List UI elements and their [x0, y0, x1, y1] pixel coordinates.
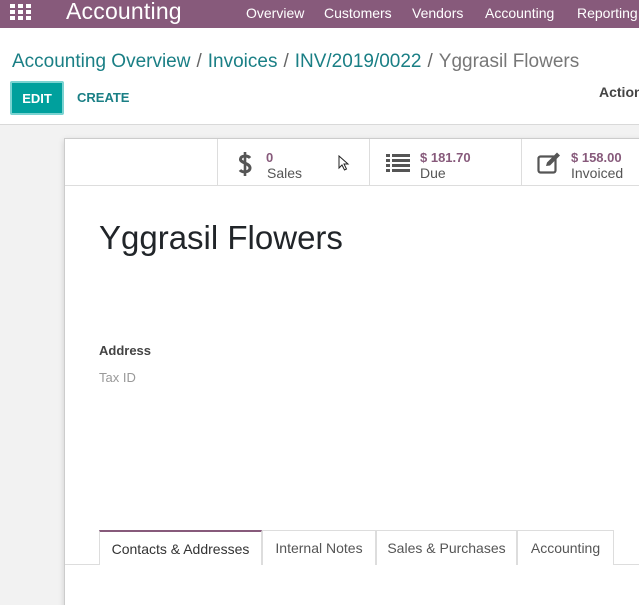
- tab-sales-purchases[interactable]: Sales & Purchases: [376, 530, 517, 565]
- edit-button[interactable]: EDIT: [10, 81, 64, 115]
- tab-contacts-addresses[interactable]: Contacts & Addresses: [99, 530, 262, 565]
- menu-vendors[interactable]: Vendors: [412, 5, 463, 21]
- menu-reporting[interactable]: Reporting: [577, 5, 638, 21]
- dollar-icon: [238, 152, 252, 176]
- tax-id-label: Tax ID: [99, 370, 136, 385]
- sales-label: Sales: [267, 165, 303, 181]
- menu-overview[interactable]: Overview: [246, 5, 304, 21]
- tab-internal-notes[interactable]: Internal Notes: [262, 530, 376, 565]
- breadcrumb-separator: /: [196, 51, 202, 72]
- breadcrumb-invoices[interactable]: Invoices: [208, 51, 278, 72]
- due-smart-button[interactable]: $ 181.70 Due: [369, 139, 521, 186]
- edit-icon: [537, 152, 560, 174]
- control-panel: Accounting Overview / Invoices / INV/2019/00…: [0, 28, 639, 125]
- create-button[interactable]: CREATE: [77, 90, 129, 105]
- action-dropdown[interactable]: Action: [599, 84, 639, 100]
- list-icon: [386, 154, 410, 172]
- breadcrumb-separator: /: [283, 51, 289, 72]
- breadcrumb: Accounting Overview / Invoices / INV/2019/00…: [12, 51, 579, 73]
- address-label: Address: [99, 343, 152, 358]
- tab-accounting[interactable]: Accounting: [517, 530, 614, 565]
- form-sheet: 0 Sales $ 181.70 Due $ 158.00 Invoiced Y…: [64, 138, 639, 605]
- breadcrumb-separator: /: [427, 51, 433, 72]
- partner-name: Yggrasil Flowers: [99, 219, 343, 256]
- app-title[interactable]: Accounting: [66, 0, 182, 25]
- mouse-cursor-icon: [338, 155, 350, 171]
- invoiced-label: Invoiced: [571, 165, 624, 181]
- breadcrumb-accounting-overview[interactable]: Accounting Overview: [12, 51, 190, 72]
- due-label: Due: [420, 165, 446, 181]
- top-navbar: Accounting Overview Customers Vendors Ac…: [0, 0, 639, 28]
- sales-count: 0: [266, 150, 274, 165]
- menu-accounting[interactable]: Accounting: [485, 5, 554, 21]
- menu-customers[interactable]: Customers: [324, 5, 392, 21]
- invoiced-amount: $ 158.00: [571, 150, 622, 165]
- breadcrumb-invoice[interactable]: INV/2019/0022: [295, 51, 422, 72]
- due-amount: $ 181.70: [420, 150, 471, 165]
- breadcrumb-current: Yggrasil Flowers: [438, 51, 580, 72]
- invoiced-smart-button[interactable]: $ 158.00 Invoiced: [521, 139, 639, 186]
- grid-icon[interactable]: [10, 4, 32, 22]
- smart-button-box: 0 Sales $ 181.70 Due $ 158.00 Invoiced: [65, 139, 639, 186]
